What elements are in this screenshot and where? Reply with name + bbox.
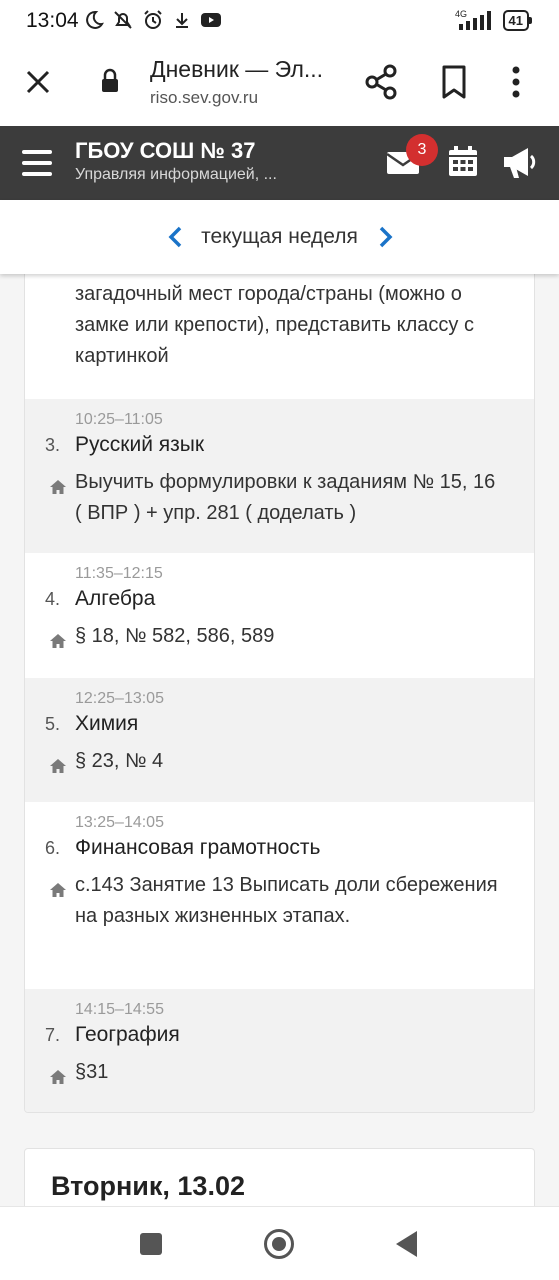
next-day-card: Вторник, 13.02 xyxy=(24,1148,535,1206)
lesson-time: 11:35–12:15 xyxy=(75,565,163,582)
home-icon xyxy=(50,759,66,773)
alarm-icon xyxy=(144,10,162,29)
status-bar: 13:04 4G 41 xyxy=(0,0,559,42)
day-title: Вторник, 13.02 xyxy=(51,1171,245,1201)
page-title: Дневник — Эл... xyxy=(150,56,324,82)
week-selector: текущая неделя xyxy=(0,200,559,274)
share-icon[interactable] xyxy=(364,64,398,100)
lesson-homework: § 18, № 582, 586, 589 xyxy=(75,625,275,647)
school-subtitle: Управляя информацией, ... xyxy=(75,166,277,183)
lesson-subject: Финансовая грамотность xyxy=(75,836,321,859)
close-icon[interactable] xyxy=(20,64,56,100)
bookmark-icon[interactable] xyxy=(440,64,468,100)
day-card: загадочный мест города/страны (можно о з… xyxy=(24,274,535,1113)
home-button-icon[interactable] xyxy=(264,1229,294,1259)
battery-icon: 41 xyxy=(502,9,533,31)
lesson-row[interactable]: 14:15–14:55 7. География §31 xyxy=(25,989,534,1112)
lesson-number: 5. xyxy=(45,714,61,734)
home-icon xyxy=(50,883,66,897)
lesson-row[interactable]: 10:25–11:05 3. Русский язык Выучить форм… xyxy=(25,399,534,553)
lock-icon xyxy=(102,68,118,92)
home-icon xyxy=(50,634,66,648)
lesson-time: 14:15–14:55 xyxy=(75,1001,164,1018)
browser-toolbar: Дневник — Эл... riso.sev.gov.ru xyxy=(0,42,559,126)
lesson-homework: Выучить формулировки к заданиям № 15, 16… xyxy=(75,471,496,524)
lesson-subject: Русский язык xyxy=(75,433,205,456)
lesson-number: 3. xyxy=(45,435,61,455)
lesson-homework: §31 xyxy=(75,1061,109,1083)
lesson-number: 7. xyxy=(45,1025,61,1045)
lesson-row[interactable]: 12:25–13:05 5. Химия § 23, № 4 xyxy=(25,678,534,802)
mute-bell-icon xyxy=(114,11,132,29)
lesson-time: 10:25–11:05 xyxy=(75,411,163,428)
mail-badge: 3 xyxy=(406,134,438,166)
calendar-icon[interactable] xyxy=(448,146,478,178)
signal-icon: 4G xyxy=(455,9,491,30)
moon-icon xyxy=(86,10,104,29)
previous-homework: загадочный мест города/страны (можно о з… xyxy=(75,283,474,367)
lesson-subject: География xyxy=(75,1023,180,1046)
app-header: ГБОУ СОШ № 37 Управляя информацией, ... … xyxy=(0,126,559,200)
lesson-homework: § 23, № 4 xyxy=(75,750,164,772)
network-type: 4G xyxy=(455,9,467,19)
more-menu-icon[interactable] xyxy=(510,64,522,100)
lesson-time: 13:25–14:05 xyxy=(75,814,164,831)
lesson-subject: Химия xyxy=(75,712,139,735)
lesson-homework: с.143 Занятие 13 Выписать доли сбережени… xyxy=(75,874,498,927)
home-icon xyxy=(50,1070,66,1084)
page-url[interactable]: riso.sev.gov.ru xyxy=(150,88,258,108)
back-icon[interactable] xyxy=(396,1231,417,1257)
status-icons xyxy=(84,8,222,32)
hamburger-menu-icon[interactable] xyxy=(22,150,52,176)
status-right: 4G 41 xyxy=(455,8,533,32)
youtube-icon xyxy=(201,13,221,27)
chevron-right-icon[interactable] xyxy=(378,225,394,249)
megaphone-icon[interactable] xyxy=(502,146,538,180)
lesson-number: 6. xyxy=(45,838,61,858)
lesson-row[interactable]: 11:35–12:15 4. Алгебра § 18, № 582, 586,… xyxy=(25,553,534,678)
week-label: текущая неделя xyxy=(201,225,358,248)
lesson-time: 12:25–13:05 xyxy=(75,690,164,707)
lesson-subject: Алгебра xyxy=(75,587,156,610)
lesson-number: 4. xyxy=(45,589,61,609)
download-icon xyxy=(176,13,188,28)
diary-content[interactable]: загадочный мест города/страны (можно о з… xyxy=(0,274,559,1206)
status-time: 13:04 xyxy=(26,9,79,32)
lesson-row[interactable]: 13:25–14:05 6. Финансовая грамотность с.… xyxy=(25,802,534,989)
system-nav-bar xyxy=(0,1206,559,1280)
school-title: ГБОУ СОШ № 37 xyxy=(75,138,256,163)
home-icon xyxy=(50,480,66,494)
recent-apps-icon[interactable] xyxy=(140,1233,162,1255)
